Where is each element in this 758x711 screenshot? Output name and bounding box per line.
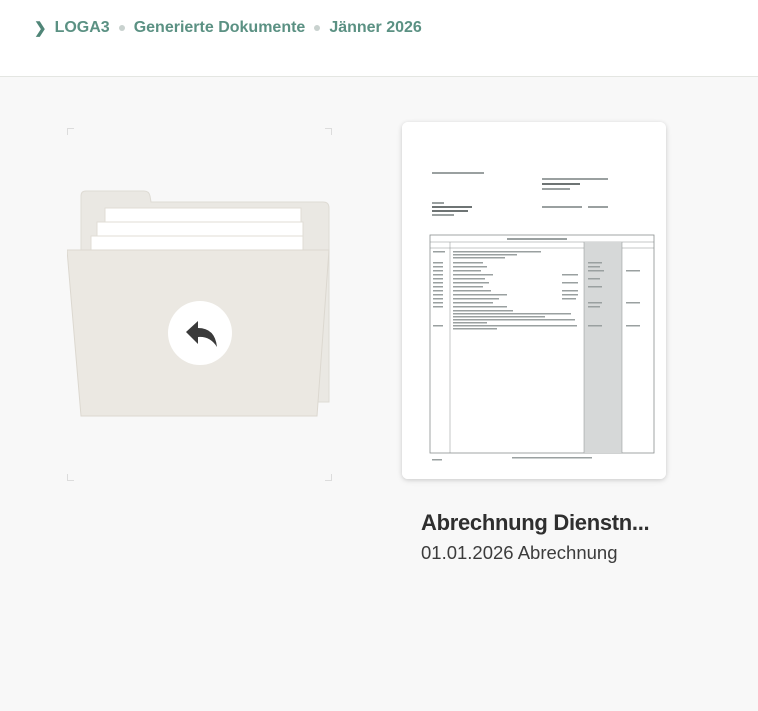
folder-up-tile[interactable] — [67, 128, 332, 481]
tile-corner — [67, 128, 74, 135]
content-area: Abrechnung Dienstn... 01.01.2026 Abrechn… — [0, 77, 758, 711]
breadcrumb-item-current[interactable]: Jänner 2026 — [329, 19, 422, 37]
tile-corner — [325, 128, 332, 135]
tile-corner — [67, 474, 74, 481]
header-bar: ❯ LOGA3 Generierte Dokumente Jänner 2026 — [0, 0, 758, 77]
document-subtitle: 01.01.2026 Abrechnung — [421, 542, 618, 563]
breadcrumb-separator — [314, 25, 321, 31]
breadcrumb-item-generierte-dokumente[interactable]: Generierte Dokumente — [134, 19, 306, 37]
chevron-right-icon: ❯ — [34, 20, 47, 37]
document-card[interactable] — [402, 122, 666, 479]
tile-corner — [325, 474, 332, 481]
breadcrumb-separator — [118, 25, 125, 31]
breadcrumb-item-loga3[interactable]: LOGA3 — [55, 19, 110, 37]
folder-icon — [67, 190, 330, 417]
document-title[interactable]: Abrechnung Dienstn... — [421, 510, 671, 536]
document-thumbnail — [402, 122, 666, 479]
breadcrumb: ❯ LOGA3 Generierte Dokumente Jänner 2026 — [34, 19, 422, 37]
